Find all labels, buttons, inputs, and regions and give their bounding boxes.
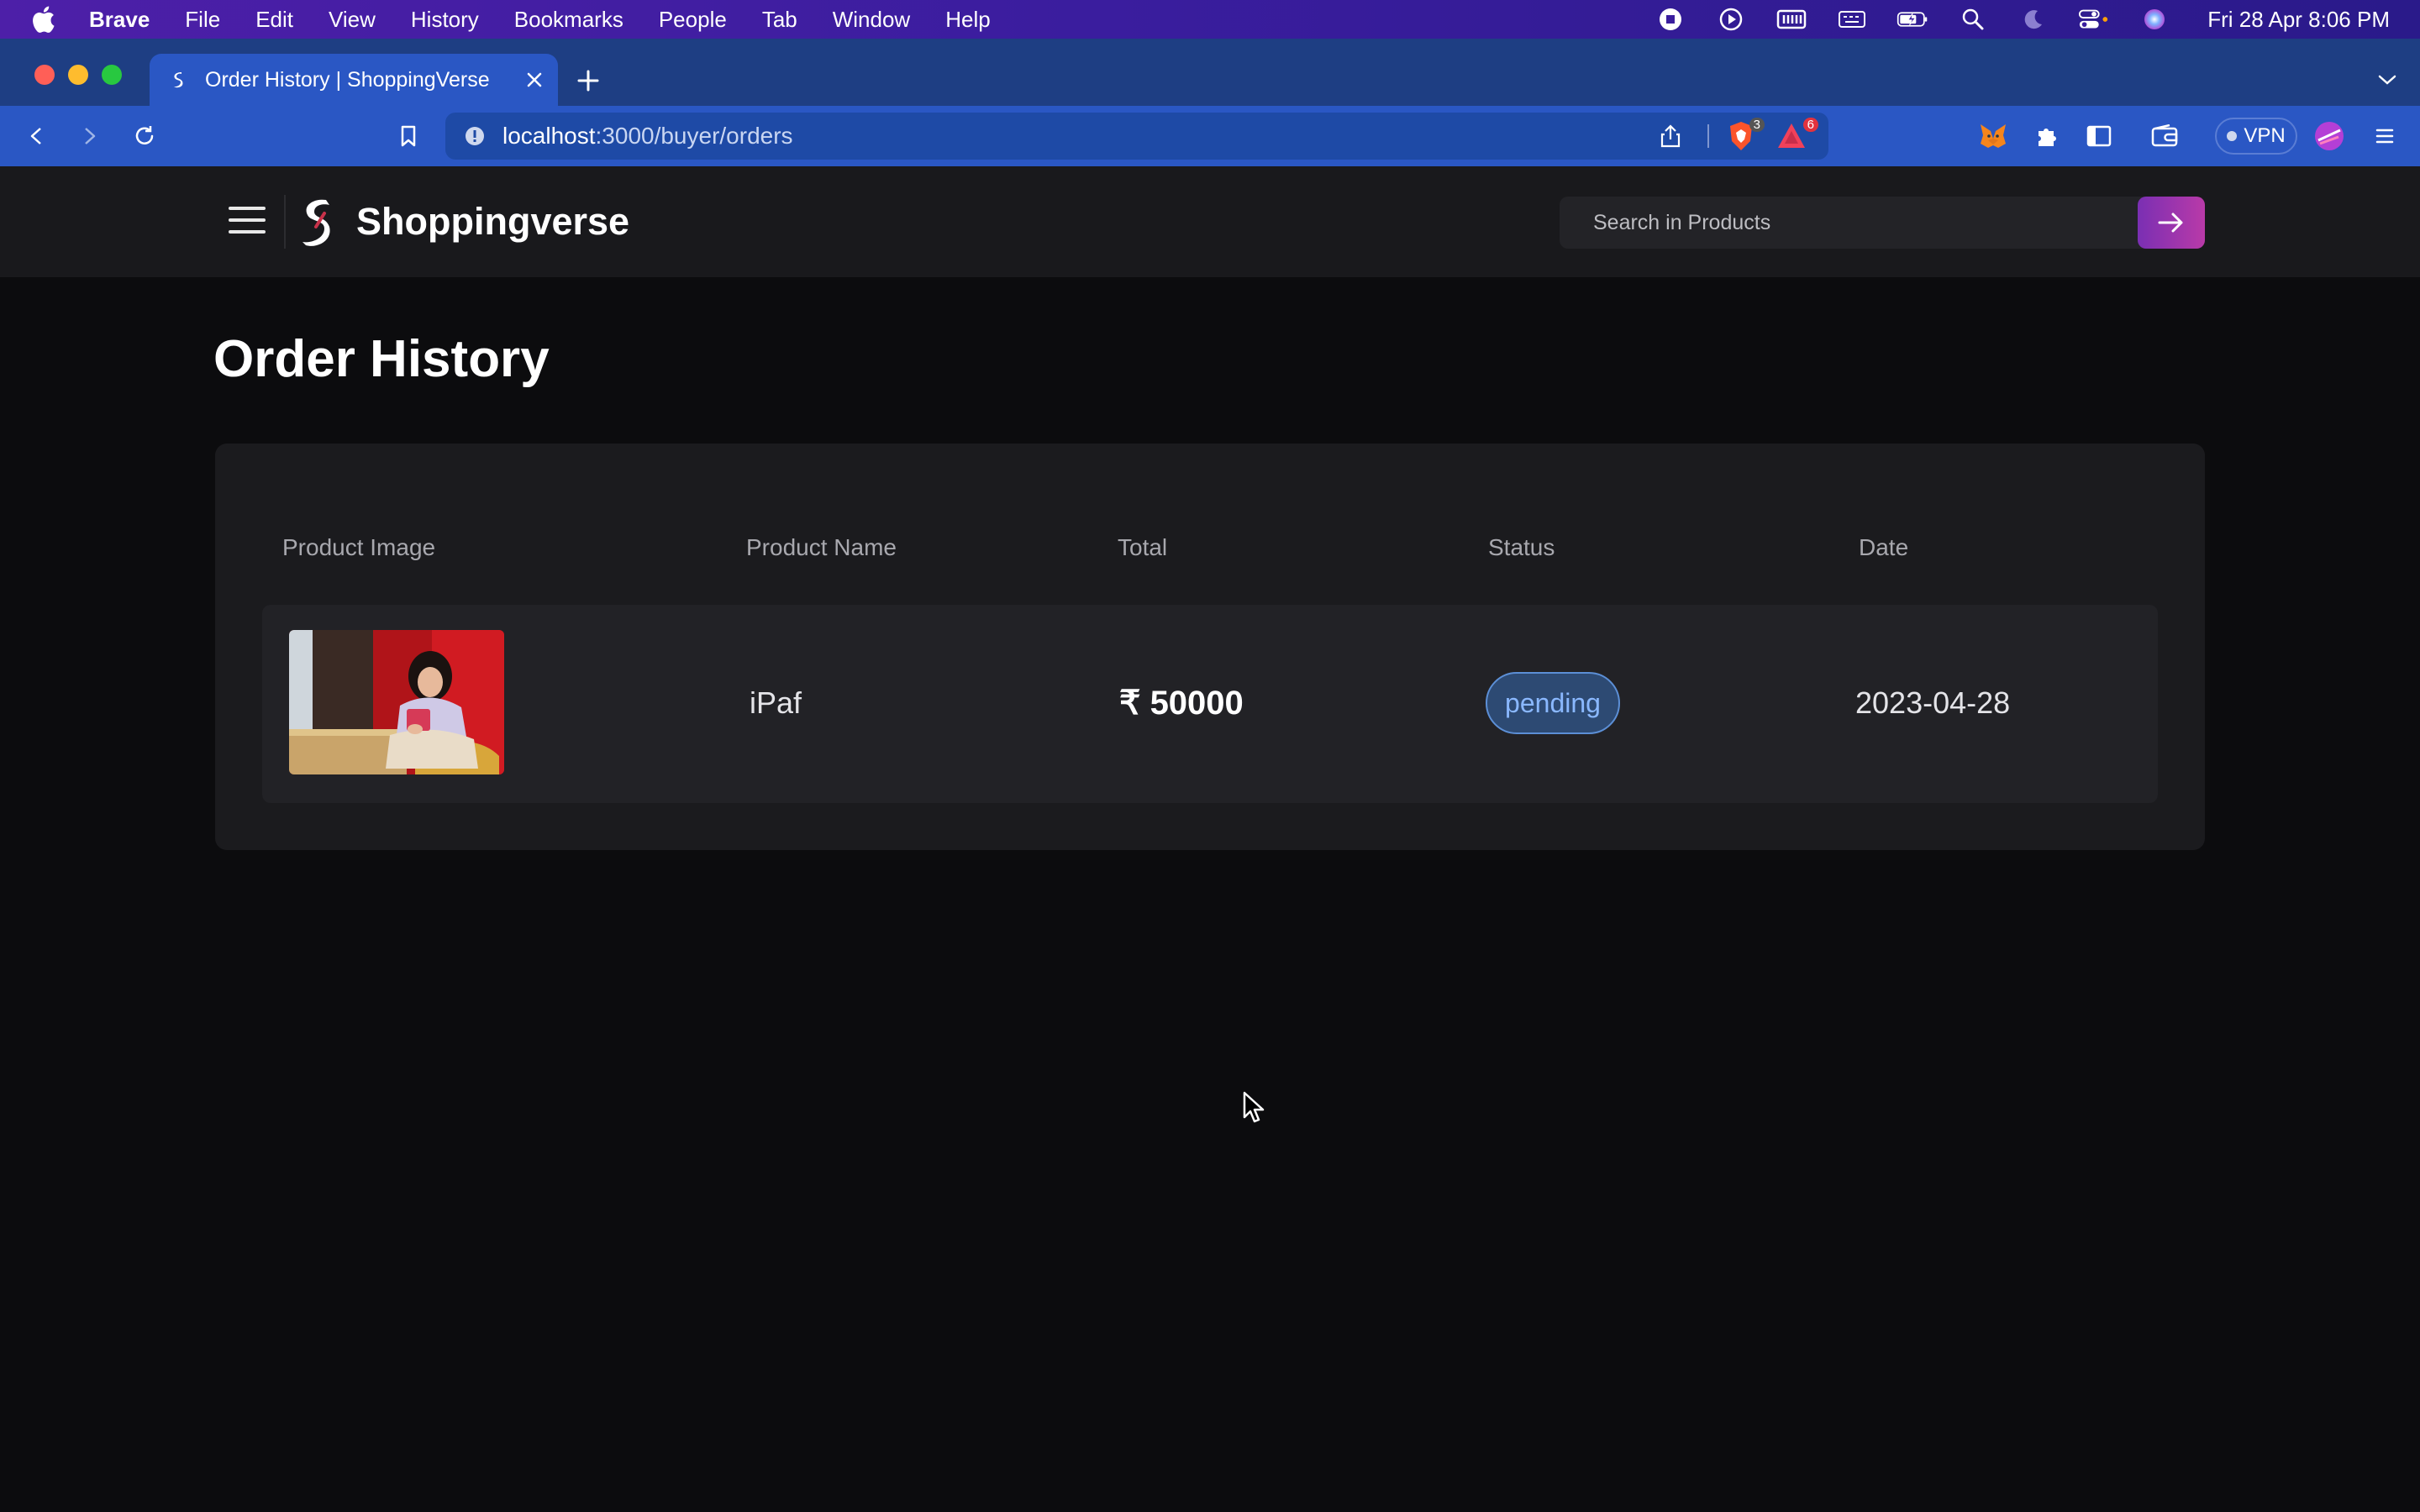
menu-people[interactable]: People	[659, 7, 727, 33]
shoppingverse-logo-icon[interactable]	[296, 197, 338, 247]
column-header-status: Status	[1488, 534, 1555, 560]
page-title: Order History	[213, 330, 550, 388]
sidebar-toggle-icon[interactable]	[2081, 118, 2118, 155]
menu-view[interactable]: View	[329, 7, 376, 33]
hamburger-menu-icon[interactable]	[229, 207, 266, 237]
stop-record-icon[interactable]	[1655, 7, 1686, 32]
window-zoom-button[interactable]	[102, 65, 122, 85]
menu-window[interactable]: Window	[833, 7, 910, 33]
search-submit-button[interactable]	[2138, 197, 2205, 249]
brand-name[interactable]: Shoppingverse	[356, 200, 629, 244]
menu-tab[interactable]: Tab	[762, 7, 797, 33]
vpn-button[interactable]: VPN	[2215, 118, 2297, 155]
menu-app-name[interactable]: Brave	[89, 7, 150, 33]
menubar-clock[interactable]: Fri 28 Apr 8:06 PM	[2207, 7, 2390, 33]
back-arrow-icon[interactable]	[20, 119, 54, 153]
window-close-button[interactable]	[34, 65, 55, 85]
vpn-status-dot	[2227, 131, 2238, 141]
moon-icon[interactable]	[2018, 7, 2049, 32]
battery-charging-icon[interactable]	[1897, 7, 1928, 32]
browser-menu-icon[interactable]	[2368, 118, 2402, 155]
address-bar[interactable]: localhost:3000/buyer/orders 3 6	[445, 113, 1828, 160]
shields-count-badge: 3	[1749, 118, 1765, 132]
metamask-fox-icon[interactable]	[1975, 118, 2012, 155]
profile-avatar[interactable]	[2311, 118, 2348, 155]
table-row[interactable]: iPaf ₹ 50000 pending 2023-04-28	[262, 605, 2158, 803]
product-search	[1560, 197, 2205, 249]
wallet-icon[interactable]	[2146, 118, 2183, 155]
siri-icon[interactable]	[2139, 7, 2170, 32]
url-path: :3000/buyer/orders	[595, 123, 793, 149]
column-header-total: Total	[1118, 534, 1168, 560]
search-input[interactable]	[1560, 197, 2148, 249]
site-info-icon[interactable]	[464, 125, 486, 147]
new-tab-plus-icon[interactable]	[571, 64, 605, 97]
browser-tab-active[interactable]: Order History | ShoppingVerse	[150, 54, 558, 106]
extensions-puzzle-icon[interactable]	[2028, 118, 2065, 155]
menu-edit[interactable]: Edit	[255, 7, 293, 33]
spotlight-search-icon[interactable]	[1957, 7, 1989, 32]
bookmark-icon[interactable]	[392, 119, 425, 153]
column-header-product-image: Product Image	[282, 534, 436, 560]
rewards-count-badge: 6	[1802, 118, 1818, 132]
tab-close-icon[interactable]	[518, 63, 551, 97]
column-header-date: Date	[1859, 534, 1909, 560]
control-center-icon[interactable]	[2078, 7, 2110, 32]
address-bar-divider	[1707, 124, 1709, 148]
status-badge: pending	[1486, 672, 1620, 734]
tab-list-chevron-down-icon[interactable]	[2373, 67, 2402, 92]
address-url[interactable]: localhost:3000/buyer/orders	[502, 123, 793, 150]
browser-tab-strip: Order History | ShoppingVerse	[0, 39, 2420, 106]
menu-bookmarks[interactable]: Bookmarks	[514, 7, 623, 33]
play-icon[interactable]	[1715, 7, 1747, 32]
macos-menubar: Brave File Edit View History Bookmarks P…	[0, 0, 2420, 39]
share-icon[interactable]	[1657, 123, 1684, 150]
orders-table: Product Image Product Name Total Status …	[215, 444, 2205, 850]
window-minimize-button[interactable]	[68, 65, 88, 85]
brave-rewards-icon[interactable]: 6	[1775, 118, 1818, 153]
order-total: ₹ 50000	[1119, 685, 1244, 722]
menu-file[interactable]: File	[185, 7, 220, 33]
product-name: iPaf	[750, 685, 802, 720]
product-image[interactable]	[289, 630, 504, 774]
arrow-right-icon	[2158, 213, 2183, 233]
column-header-product-name: Product Name	[746, 534, 897, 560]
site-header: Shoppingverse	[0, 166, 2420, 277]
browser-toolbar: localhost:3000/buyer/orders 3 6 VPN	[0, 106, 2420, 166]
mouse-cursor-icon	[1243, 1091, 1265, 1123]
forward-arrow-icon[interactable]	[72, 119, 106, 153]
menu-history[interactable]: History	[411, 7, 479, 33]
apple-icon[interactable]	[30, 5, 59, 34]
menubar-status-area: Fri 28 Apr 8:06 PM	[1655, 0, 2390, 39]
order-date: 2023-04-28	[1855, 685, 2011, 720]
menu-help[interactable]: Help	[945, 7, 990, 33]
brave-shields-icon[interactable]: 3	[1724, 118, 1765, 153]
tab-title: Order History | ShoppingVerse	[205, 67, 490, 92]
memory-icon[interactable]	[1776, 7, 1807, 32]
keyboard-icon[interactable]	[1836, 7, 1868, 32]
site-favicon-icon	[173, 72, 183, 88]
vpn-label: VPN	[2244, 124, 2286, 147]
reload-icon[interactable]	[128, 119, 161, 153]
url-host: localhost	[502, 123, 596, 149]
header-divider	[284, 195, 286, 249]
